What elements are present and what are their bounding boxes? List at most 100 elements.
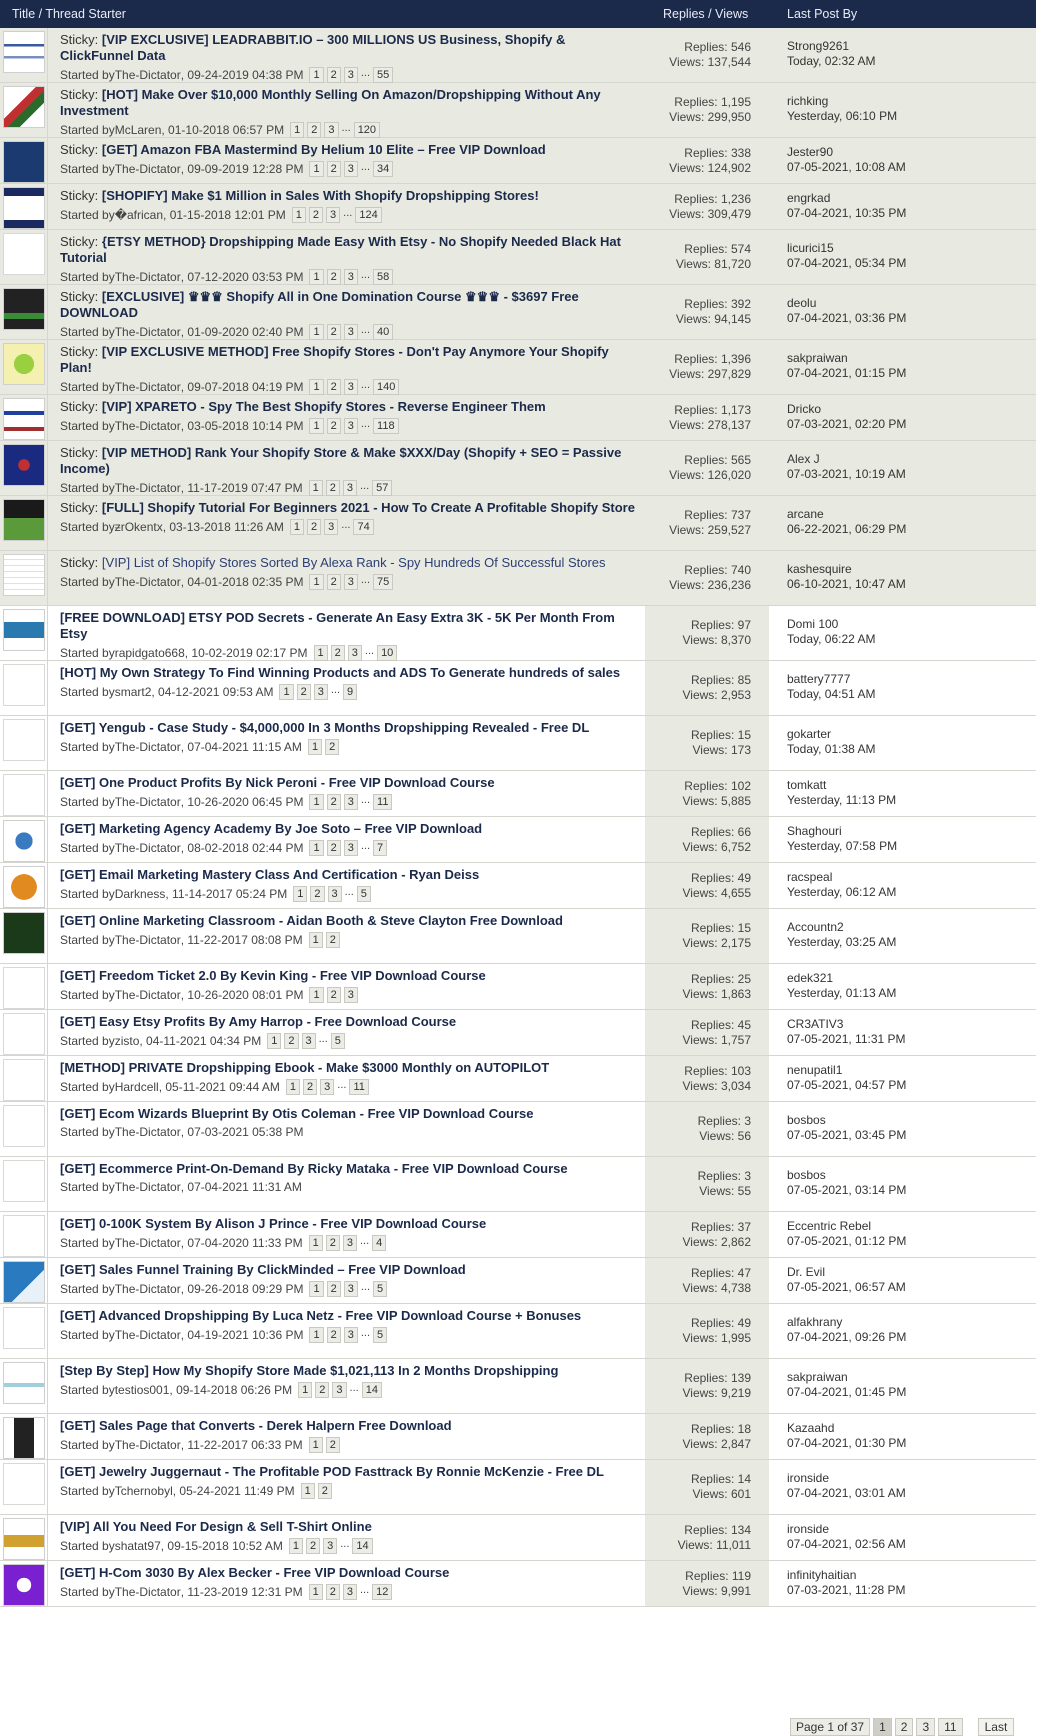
starter-username[interactable]: Tchernobyl [115,1484,173,1498]
thread-page-link[interactable]: 2 [303,1079,318,1095]
thread-page-link[interactable]: 1 [309,67,324,83]
thread-page-link[interactable]: 3 [320,1079,335,1095]
starter-username[interactable]: Hardcell [115,1080,159,1094]
thread-title-link[interactable]: [FULL] Shopify Tutorial For Beginners 20… [102,500,635,515]
thread-thumbnail[interactable] [2,1215,45,1257]
thread-title-link[interactable]: [GET] Marketing Agency Academy By Joe So… [60,821,482,836]
starter-username[interactable]: The-Dictator [115,325,181,339]
thread-thumbnail[interactable] [2,719,45,761]
thread-page-link[interactable]: 1 [300,1483,315,1499]
last-post-user[interactable]: deolu [787,296,1036,311]
thread-title-link[interactable]: [SHOPIFY] Make $1 Million in Sales With … [102,188,539,203]
thread-page-link[interactable]: 4 [372,1235,387,1251]
thread-thumbnail[interactable] [2,554,45,596]
thread-page-link[interactable]: 1 [308,1437,323,1453]
thread-page-link[interactable]: 3 [343,418,358,434]
thread-page-link[interactable]: 3 [343,574,358,590]
thread-title-link[interactable]: [GET] Easy Etsy Profits By Amy Harrop - … [60,1014,456,1029]
thread-thumbnail[interactable] [2,141,45,183]
thread-page-link[interactable]: 2 [325,1437,340,1453]
last-post-user[interactable]: nenupatil1 [787,1063,1036,1078]
thread-page-link[interactable]: 2 [325,739,340,755]
thread-page-link[interactable]: 74 [353,519,374,535]
thread-page-link[interactable]: 2 [326,1281,341,1297]
thread-thumbnail[interactable] [2,1059,45,1101]
starter-username[interactable]: McLaren [115,123,162,137]
last-post-user[interactable]: licurici15 [787,241,1036,256]
thread-page-link[interactable]: 10 [377,645,398,661]
thread-page-link[interactable]: 2 [284,1033,299,1049]
last-post-user[interactable]: Dr. Evil [787,1265,1036,1280]
last-post-user[interactable]: Shaghouri [787,824,1036,839]
thread-thumbnail[interactable] [2,187,45,229]
last-post-user[interactable]: Domi 100 [787,617,1036,632]
thread-page-link[interactable]: 1 [309,840,324,856]
thread-page-link[interactable]: 58 [373,269,394,285]
thread-page-link[interactable]: 1 [309,574,324,590]
thread-page-link[interactable]: 1 [309,987,324,1003]
thread-title-link[interactable]: [GET] Email Marketing Mastery Class And … [60,867,479,882]
thread-title-link[interactable]: [GET] Yengub - Case Study - $4,000,000 I… [60,720,589,735]
thread-title-link[interactable]: [VIP EXCLUSIVE METHOD] Free Shopify Stor… [60,344,609,375]
starter-username[interactable]: The-Dictator [115,162,181,176]
thread-page-link[interactable]: 1 [309,418,324,434]
thread-title-link[interactable]: [VIP METHOD] Rank Your Shopify Store & M… [60,445,621,476]
thread-page-link[interactable]: 2 [326,324,341,340]
thread-thumbnail[interactable] [2,664,45,706]
thread-title-link[interactable]: [GET] H-Com 3030 By Alex Becker - Free V… [60,1565,449,1580]
thread-page-link[interactable]: 120 [353,122,381,138]
thread-page-link[interactable]: 2 [330,645,345,661]
thread-page-link[interactable]: 12 [372,1584,393,1600]
thread-thumbnail[interactable] [2,343,45,385]
thread-thumbnail[interactable] [2,1160,45,1202]
thread-page-link[interactable]: 5 [373,1327,388,1343]
header-last-post[interactable]: Last Post By [769,7,1036,21]
last-post-user[interactable]: battery7777 [787,672,1036,687]
thread-page-link[interactable]: 1 [313,645,328,661]
thread-page-link[interactable]: 2 [326,574,341,590]
thread-page-link[interactable]: 11 [373,794,393,810]
thread-thumbnail[interactable] [2,1261,45,1303]
thread-page-link[interactable]: 14 [352,1538,373,1554]
thread-page-link[interactable]: 1 [308,1584,323,1600]
thread-page-link[interactable]: 3 [323,1538,338,1554]
thread-title-link[interactable]: [GET] Ecommerce Print-On-Demand By Ricky… [60,1161,568,1176]
thread-page-link[interactable]: 118 [373,418,399,434]
thread-page-link[interactable]: 3 [343,987,358,1003]
starter-username[interactable]: The-Dictator [115,1236,181,1250]
thread-title-link[interactable]: [VIP] List of Shopify Stores Sorted By A… [102,555,606,570]
thread-page-link[interactable]: 3 [332,1382,347,1398]
thread-page-link[interactable]: 1 [309,1327,324,1343]
last-post-user[interactable]: sakpraiwan [787,351,1036,366]
thread-title-link[interactable]: [FREE DOWNLOAD] ETSY POD Secrets - Gener… [60,610,615,641]
thread-page-link[interactable]: 2 [326,161,341,177]
thread-title-link[interactable]: [VIP EXCLUSIVE] LEADRABBIT.IO – 300 MILL… [60,32,565,63]
thread-title-link[interactable]: [GET] 0-100K System By Alison J Prince -… [60,1216,486,1231]
starter-username[interactable]: The-Dictator [115,419,181,433]
thread-title-link[interactable]: {ETSY METHOD} Dropshipping Made Easy Wit… [60,234,621,265]
starter-username[interactable]: The-Dictator [115,988,181,1002]
starter-username[interactable]: The-Dictator [115,841,181,855]
starter-username[interactable]: The-Dictator [115,1282,181,1296]
thread-page-link[interactable]: 7 [373,840,388,856]
thread-title-link[interactable]: [GET] Sales Page that Converts - Derek H… [60,1418,452,1433]
thread-page-link[interactable]: 124 [355,207,382,223]
last-post-user[interactable]: bosbos [787,1168,1036,1183]
thread-page-link[interactable]: 5 [373,1281,388,1297]
thread-page-link[interactable]: 2 [326,1327,341,1343]
starter-username[interactable]: The-Dictator [115,933,181,947]
thread-title-link[interactable]: [Step By Step] How My Shopify Store Made… [60,1363,558,1378]
thread-page-link[interactable]: 1 [309,269,324,285]
starter-username[interactable]: The-Dictator [115,1180,181,1194]
thread-thumbnail[interactable] [2,1463,45,1505]
thread-page-link[interactable]: 40 [373,324,394,340]
last-post-user[interactable]: richking [787,94,1036,109]
starter-username[interactable]: The-Dictator [115,68,181,82]
thread-thumbnail[interactable] [2,288,45,330]
last-post-user[interactable]: edek321 [787,971,1036,986]
thread-page-link[interactable]: 1 [308,480,323,496]
thread-title-link[interactable]: [GET] One Product Profits By Nick Peroni… [60,775,495,790]
thread-thumbnail[interactable] [2,233,45,275]
page-11[interactable]: 11 [938,1718,963,1736]
thread-page-link[interactable]: 2 [296,684,311,700]
